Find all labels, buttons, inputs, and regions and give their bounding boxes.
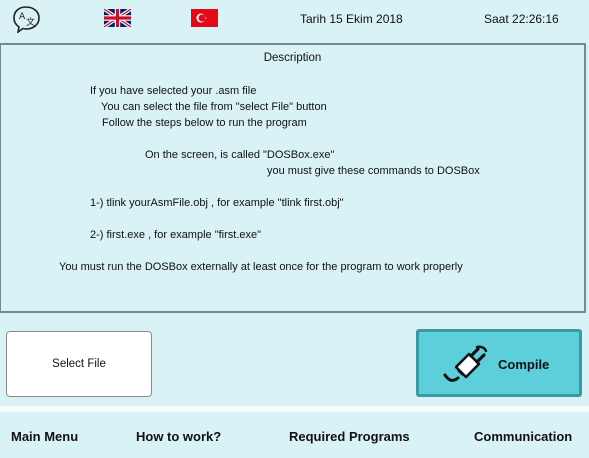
description-line: You must run the DOSBox externally at le… xyxy=(59,261,463,273)
date-label: Tarih 15 Ekim 2018 xyxy=(300,12,403,26)
svg-text:文: 文 xyxy=(26,16,35,28)
description-line: you must give these commands to DOSBox xyxy=(267,165,480,177)
select-file-label: Select File xyxy=(52,358,106,370)
time-label: Saat 22:26:16 xyxy=(484,12,559,26)
description-line: If you have selected your .asm file xyxy=(90,85,257,97)
nav-communication[interactable]: Communication xyxy=(474,429,572,444)
plug-icon xyxy=(441,345,491,383)
bottom-nav: Main Menu How to work? Required Programs… xyxy=(0,412,589,458)
description-line: Follow the steps below to run the progra… xyxy=(102,117,307,129)
select-file-button[interactable]: Select File xyxy=(6,331,152,397)
description-line: On the screen, is called "DOSBox.exe" xyxy=(145,149,335,161)
description-title: Description xyxy=(263,52,322,64)
description-line: You can select the file from "select Fil… xyxy=(101,101,327,113)
description-line: 1-) tlink yourAsmFile.obj , for example … xyxy=(90,197,344,209)
translate-icon[interactable]: A 文 xyxy=(12,5,42,34)
nav-main-menu[interactable]: Main Menu xyxy=(11,429,78,444)
description-line: 2-) first.exe , for example "first.exe" xyxy=(90,229,262,241)
description-panel: Description If you have selected your .a… xyxy=(0,43,586,313)
svg-text:A: A xyxy=(19,12,26,22)
nav-required-programs[interactable]: Required Programs xyxy=(289,429,410,444)
nav-how-to-work[interactable]: How to work? xyxy=(136,429,221,444)
top-bar: A 文 Tarih 15 Ekim 2018 Saat 22:26:16 xyxy=(0,0,589,38)
compile-label: Compile xyxy=(498,357,550,372)
compile-button[interactable]: Compile xyxy=(416,329,582,397)
uk-flag-icon[interactable] xyxy=(103,7,132,29)
turkey-flag-icon[interactable] xyxy=(191,9,218,27)
